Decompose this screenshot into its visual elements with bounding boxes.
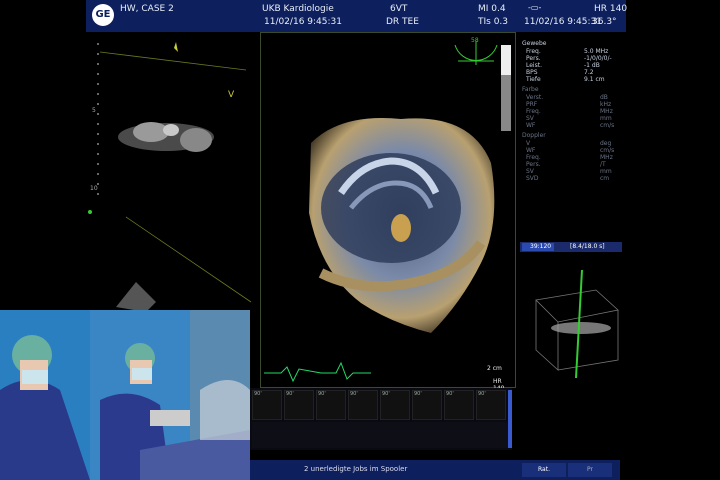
volume-3d-view[interactable]: 58 2 cm HR 140 <box>260 32 516 392</box>
mitral-valve-3d-render <box>264 41 511 383</box>
param-label: Freq. <box>526 48 541 55</box>
biplane-2d-view: V 5 10 <box>86 32 258 312</box>
range-readout: [8.4/18.0 s] <box>570 243 605 250</box>
empty-clip-row <box>252 422 508 448</box>
param-value: MHz <box>600 108 613 115</box>
spooler-message: 2 unerledigte Jobs im Spooler <box>304 465 408 473</box>
view-marker: V <box>228 90 235 100</box>
institution: UKB Kardiologie <box>262 4 334 14</box>
operator-label: DR TEE <box>386 17 419 27</box>
cine-bar[interactable]: 39:120 [8.4/18.0 s] <box>520 242 622 252</box>
param-value: mm <box>600 115 612 122</box>
thumbnail-label: 90' <box>318 391 326 397</box>
scale-readout: 2 cm <box>487 365 502 372</box>
thumbnail-label: 90' <box>414 391 422 397</box>
thumbnail-label: 90' <box>446 391 454 397</box>
frame-readout: 39:120 <box>530 243 552 250</box>
pr-button[interactable]: Pr <box>568 463 612 477</box>
param-label: WF <box>526 122 536 129</box>
parameter-panel: Gewebe Freq. 5.0 MHz Pers. -1/0/0/0/- Le… <box>518 32 626 462</box>
section-doppler: Doppler <box>522 132 546 139</box>
thumbnail-label: 90' <box>254 391 262 397</box>
thumbnail-label: 90' <box>286 391 294 397</box>
section-farbe: Farbe <box>522 86 539 93</box>
param-value: kHz <box>600 101 612 108</box>
thumbnail-label: 90' <box>350 391 358 397</box>
depth-mark-10: 10 <box>90 185 98 192</box>
thumbnail-label: 90' <box>382 391 390 397</box>
param-label: Pers. <box>526 161 541 168</box>
exam-datetime: 11/02/16 9:45:31 <box>264 17 342 27</box>
tis-readout: TIs 0.3 <box>478 17 509 27</box>
angle-readout: 58 <box>471 37 479 44</box>
operating-room-photo <box>0 310 250 480</box>
param-value: cm/s <box>600 147 615 154</box>
datetime-right: 11/02/16 9:45:31 <box>524 17 602 27</box>
param-label: BPS <box>526 69 538 76</box>
param-label: WF <box>526 147 536 154</box>
probe-label: 6VT <box>390 4 408 14</box>
depth-mark-5: 5 <box>92 107 96 114</box>
param-value: deg <box>600 140 612 147</box>
param-value: dB <box>600 94 608 101</box>
param-value: /T <box>600 161 606 168</box>
section-gewebe: Gewebe <box>522 40 547 47</box>
param-label: SV <box>526 115 534 122</box>
param-label: V <box>526 140 531 147</box>
status-bar: 2 unerledigte Jobs im Spooler Rat. Pr <box>250 460 620 480</box>
param-value: mm <box>600 168 612 175</box>
case-name: HW, CASE 2 <box>120 4 174 14</box>
param-label: Freq. <box>526 154 541 161</box>
ge-logo: GE <box>92 4 114 26</box>
param-label: Tiefe <box>526 76 541 83</box>
header-bar: HW, CASE 2 UKB Kardiologie 11/02/16 9:45… <box>86 0 628 32</box>
param-label: PRF <box>526 101 538 108</box>
rat-button[interactable]: Rat. <box>522 463 566 477</box>
mi-readout: MI 0.4 <box>478 4 506 14</box>
param-value: MHz <box>600 154 613 161</box>
param-label: Pers. <box>526 55 541 62</box>
param-label: Leist. <box>526 62 542 69</box>
param-value: -1 dB <box>584 62 600 69</box>
param-value: 5.0 MHz <box>584 48 609 55</box>
param-label: Verst. <box>526 94 544 101</box>
clip-thumbnail-bar: 90' 90' 90' 90' 90' 90' 90' 90' <box>250 388 512 450</box>
operating-room-video <box>0 310 250 480</box>
orientation-cube[interactable] <box>526 270 622 380</box>
hr-readout: HR 140 <box>594 4 628 14</box>
param-value: 9.1 cm <box>584 76 605 83</box>
param-label: Freq. <box>526 108 541 115</box>
param-value: cm/s <box>600 122 615 129</box>
thumbnail-scrollbar[interactable] <box>508 390 512 448</box>
battery-icon: -▭- <box>528 3 542 12</box>
thumbnail-label: 90' <box>478 391 486 397</box>
ecg-trace <box>264 361 371 383</box>
param-value: -1/0/0/0/- <box>584 55 612 62</box>
param-label: SV <box>526 168 534 175</box>
ultrasound-2d-image <box>88 42 252 312</box>
param-value: 7.2 <box>584 69 594 76</box>
param-label: SVD <box>526 175 539 182</box>
param-value: cm <box>600 175 610 182</box>
temp-readout: 36.3° <box>592 17 617 27</box>
